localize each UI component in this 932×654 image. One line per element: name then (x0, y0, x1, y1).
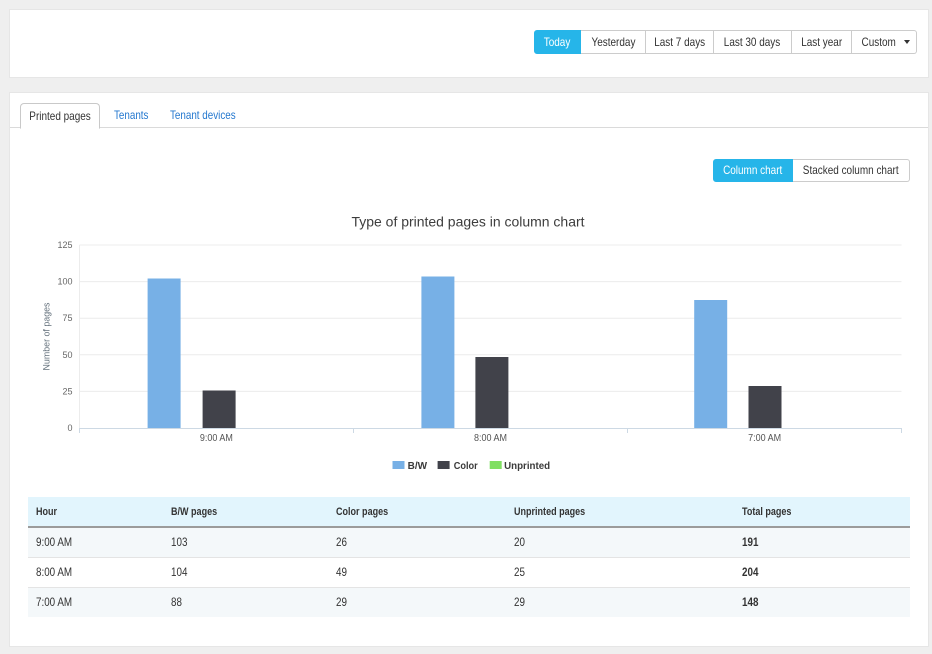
svg-text:100: 100 (57, 277, 72, 287)
svg-text:7:00 AM: 7:00 AM (748, 433, 781, 444)
svg-text:B/W: B/W (408, 461, 428, 472)
svg-text:Unprinted: Unprinted (504, 461, 550, 472)
svg-text:75: 75 (62, 313, 72, 323)
svg-text:9:00 AM: 9:00 AM (200, 433, 233, 444)
svg-text:Color: Color (454, 461, 478, 472)
svg-text:125: 125 (57, 240, 72, 250)
svg-text:8:00 AM: 8:00 AM (474, 433, 507, 444)
svg-text:Number of pages: Number of pages (42, 302, 52, 370)
svg-text:Type of printed pages in colum: Type of printed pages in column chart (352, 214, 585, 230)
svg-text:25: 25 (62, 386, 72, 396)
svg-text:0: 0 (67, 423, 72, 433)
svg-text:50: 50 (62, 350, 72, 360)
